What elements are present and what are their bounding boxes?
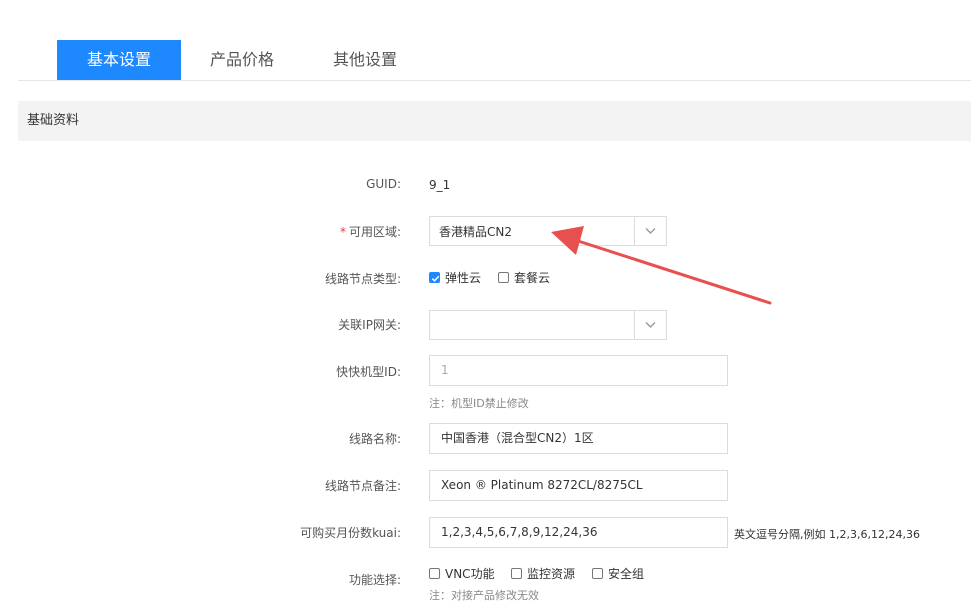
annotation-arrow-icon — [551, 226, 772, 305]
